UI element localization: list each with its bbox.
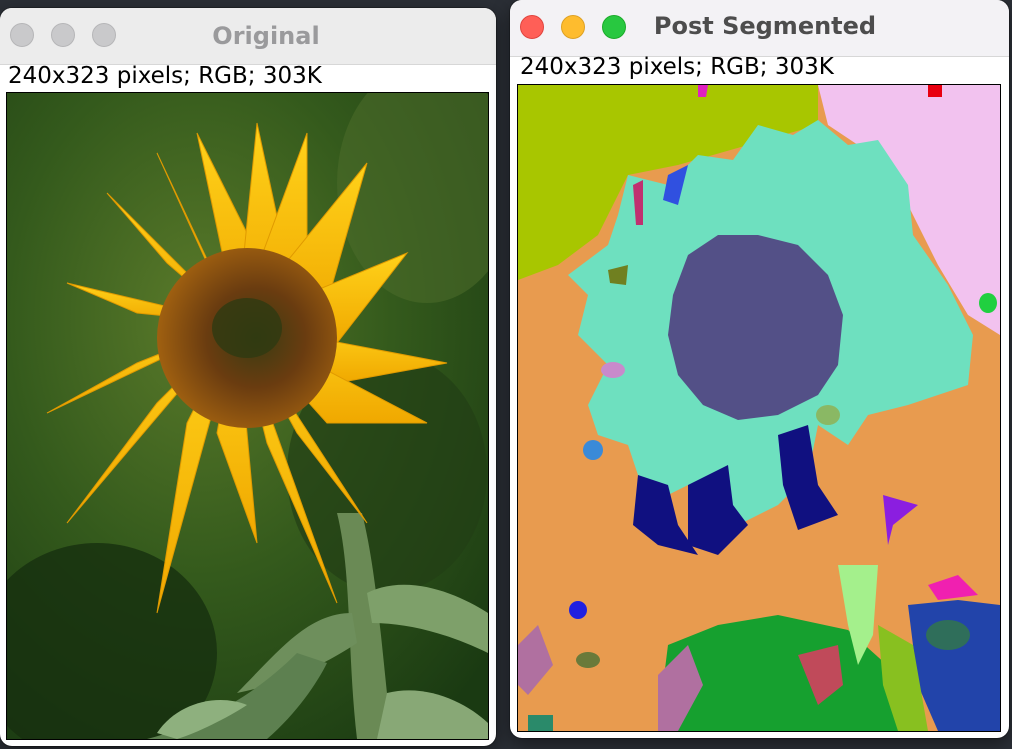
image-info-label: 240x323 pixels; RGB; 303K bbox=[8, 63, 322, 89]
title-bar[interactable]: Original bbox=[0, 8, 496, 65]
close-button[interactable] bbox=[520, 15, 544, 39]
original-image-canvas[interactable] bbox=[6, 92, 489, 740]
title-bar[interactable]: Post Segmented bbox=[510, 0, 1009, 57]
sunflower-photo bbox=[7, 93, 488, 739]
window-title: Original bbox=[212, 22, 320, 50]
original-image-window: Original 240x323 pixels; RGB; 303K bbox=[0, 8, 496, 746]
window-title: Post Segmented bbox=[653, 12, 877, 40]
image-info-label: 240x323 pixels; RGB; 303K bbox=[520, 54, 834, 80]
segmented-sunflower bbox=[518, 85, 1000, 731]
minimize-button[interactable] bbox=[561, 15, 585, 39]
zoom-button[interactable] bbox=[602, 15, 626, 39]
segmented-image-window: Post Segmented 240x323 pixels; RGB; 303K bbox=[510, 0, 1009, 738]
segmented-image-canvas[interactable] bbox=[517, 84, 1001, 732]
close-button[interactable] bbox=[10, 23, 34, 47]
